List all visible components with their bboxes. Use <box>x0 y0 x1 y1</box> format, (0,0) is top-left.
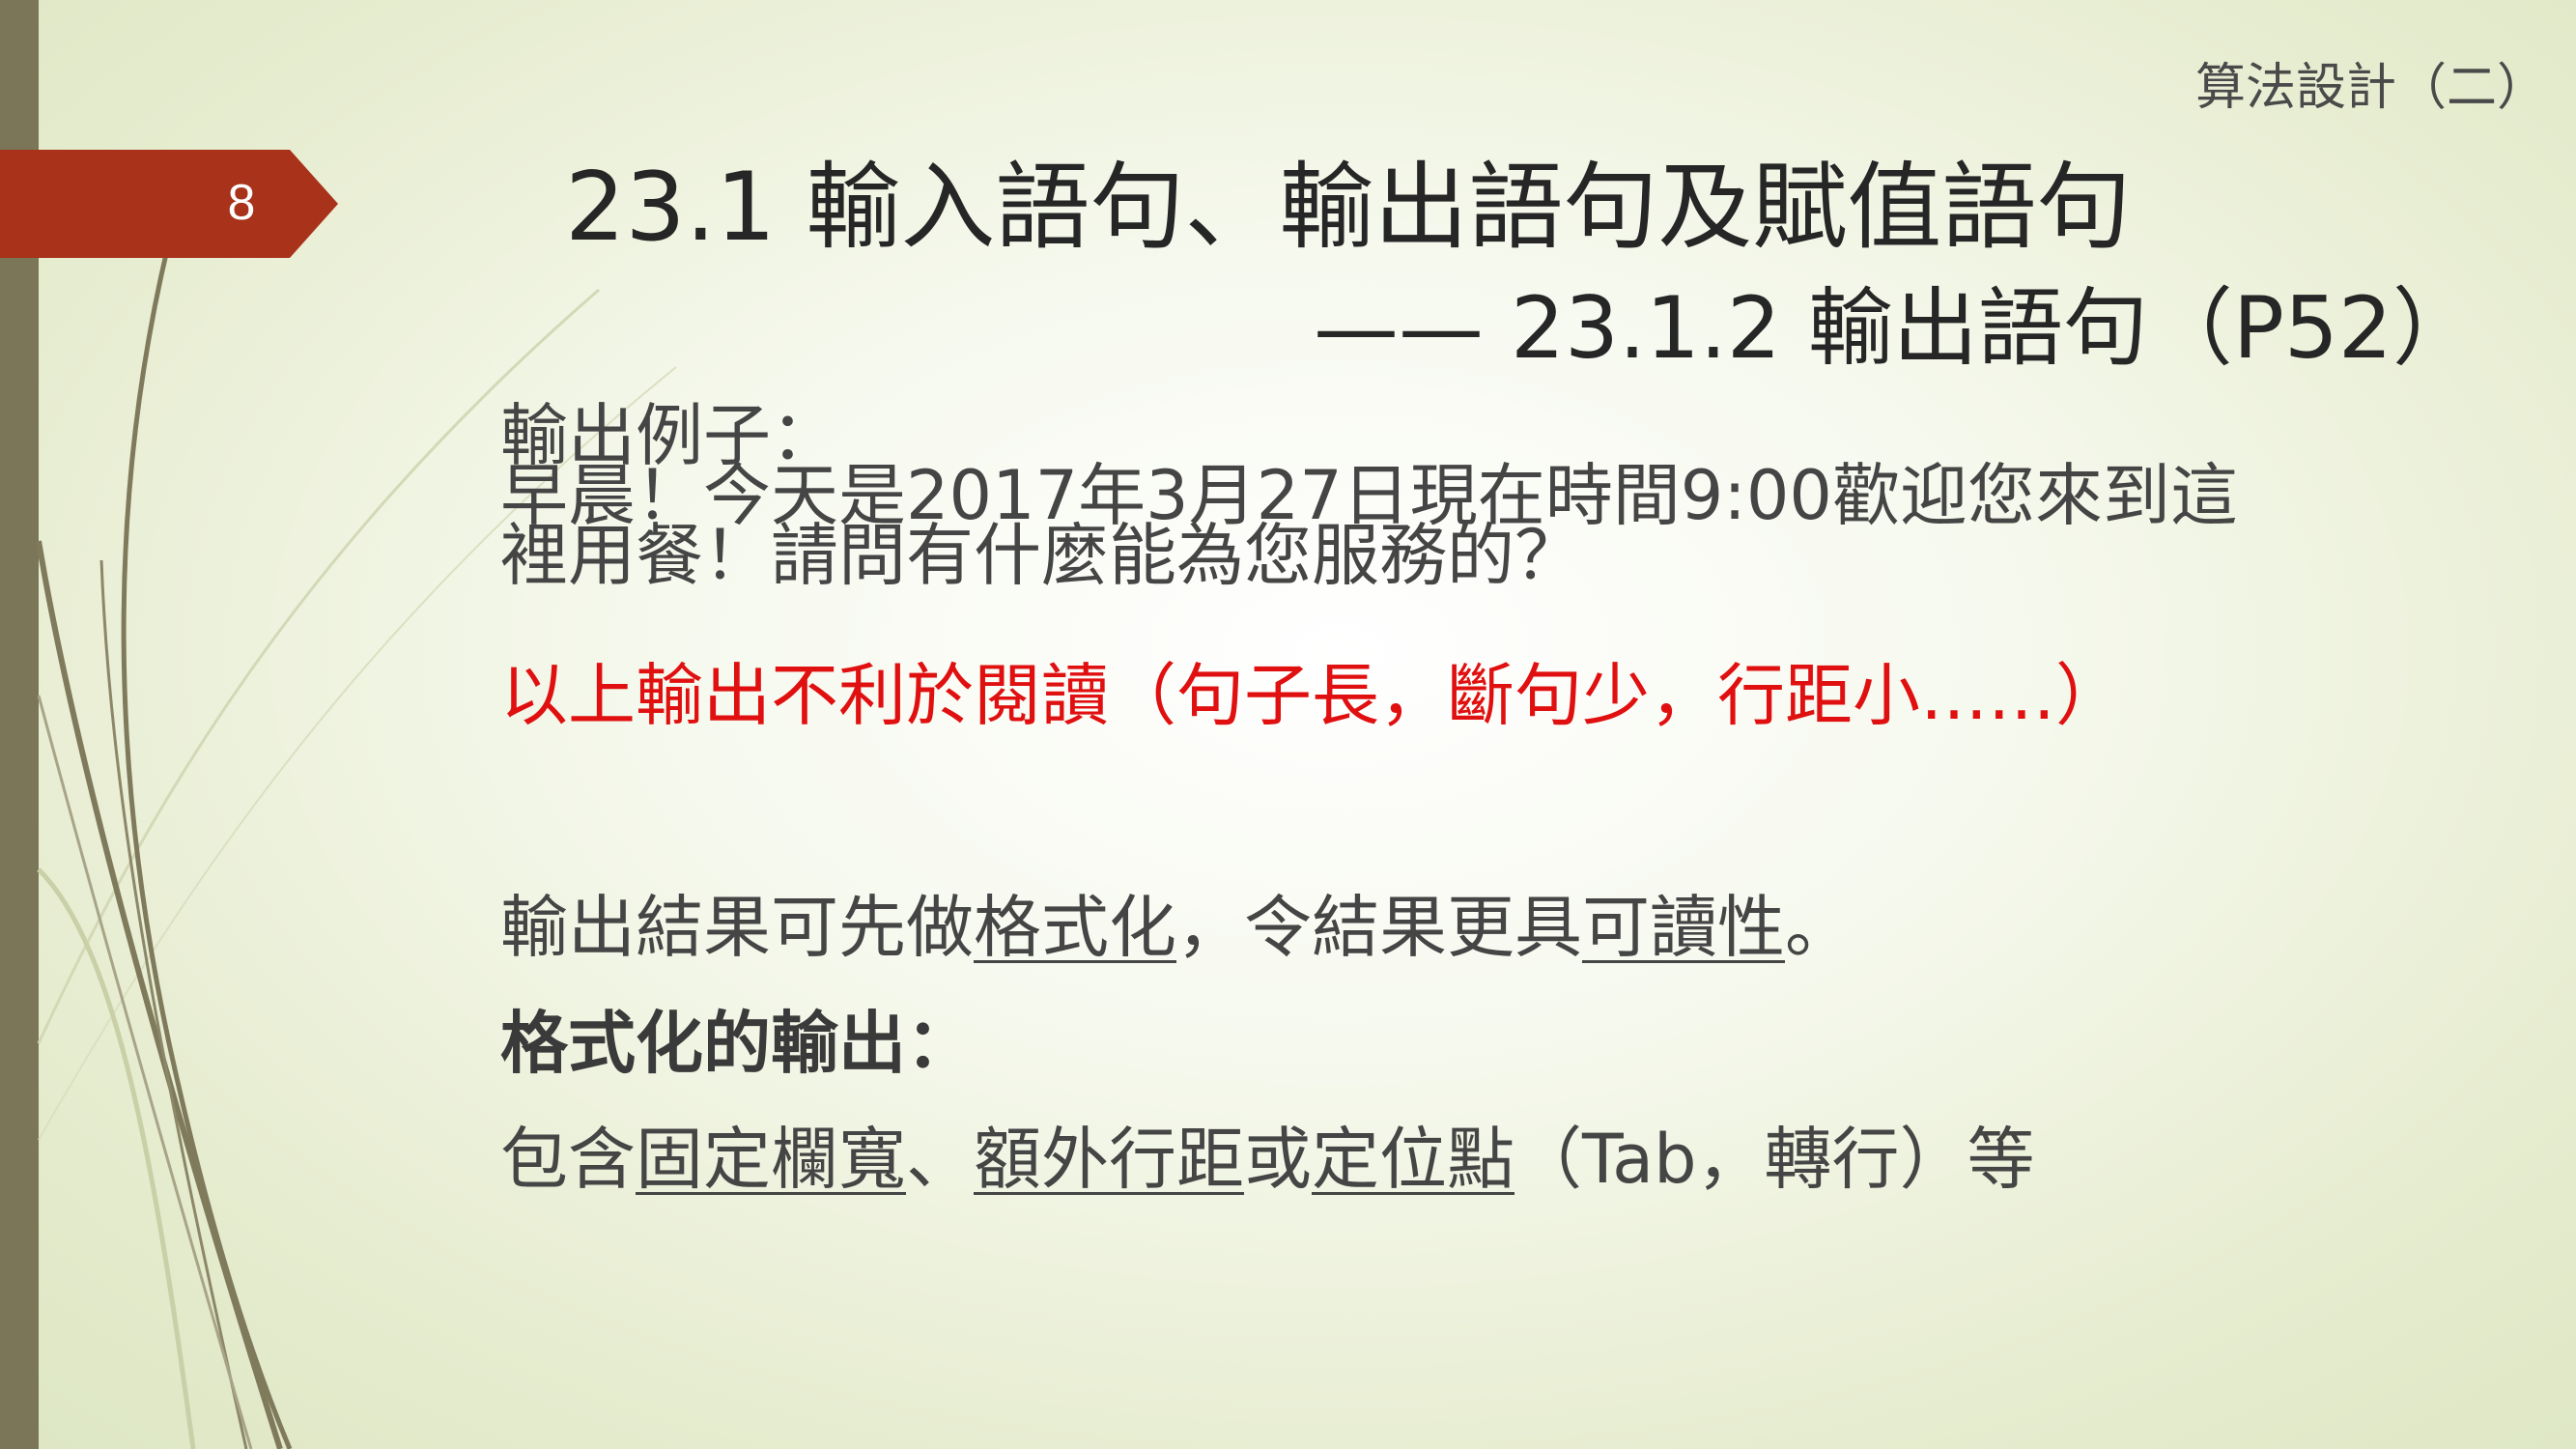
options-text-3: 或 <box>1244 1120 1312 1199</box>
output-example: 輸出例子： 早晨！今天是2017年3月27日現在時間9:00歡迎您來到這 裡用餐… <box>500 402 2238 589</box>
slide-title: 23.1 輸入語句、輸出語句及賦值語句 <box>565 153 2132 263</box>
term-tab-stops: 定位點 <box>1312 1120 1514 1199</box>
format-statement: 輸出結果可先做格式化，令結果更具可讀性。 <box>500 879 1853 976</box>
formatted-output-heading: 格式化的輸出： <box>500 1004 974 1083</box>
slide: 8 算法設計（二） 23.1 輸入語句、輸出語句及賦值語句 —— 23.1.2 … <box>0 0 2576 1449</box>
term-extra-spacing: 額外行距 <box>974 1120 1244 1199</box>
term-readability: 可讀性 <box>1582 888 1785 967</box>
term-formatting: 格式化 <box>974 888 1176 967</box>
slide-number: 8 <box>227 175 256 231</box>
format-statement-text-2: ，令結果更具 <box>1176 888 1582 967</box>
format-statement-text-3: 。 <box>1785 888 1853 967</box>
readability-note: 以上輸出不利於閱讀（句子長，斷句少，行距小……） <box>500 656 2123 735</box>
term-fixed-width: 固定欄寬 <box>636 1120 906 1199</box>
formatting-options: 包含固定欄寬、額外行距或定位點（Tab，轉行）等 <box>500 1111 2035 1208</box>
format-statement-text-1: 輸出結果可先做 <box>500 888 974 967</box>
course-title: 算法設計（二） <box>2194 59 2547 117</box>
slide-subtitle: —— 23.1.2 輸出語句（P52） <box>1314 278 2477 378</box>
options-text-1: 包含 <box>500 1120 636 1199</box>
options-text-2: 、 <box>906 1120 974 1199</box>
options-text-4: （Tab，轉行）等 <box>1514 1120 2035 1199</box>
